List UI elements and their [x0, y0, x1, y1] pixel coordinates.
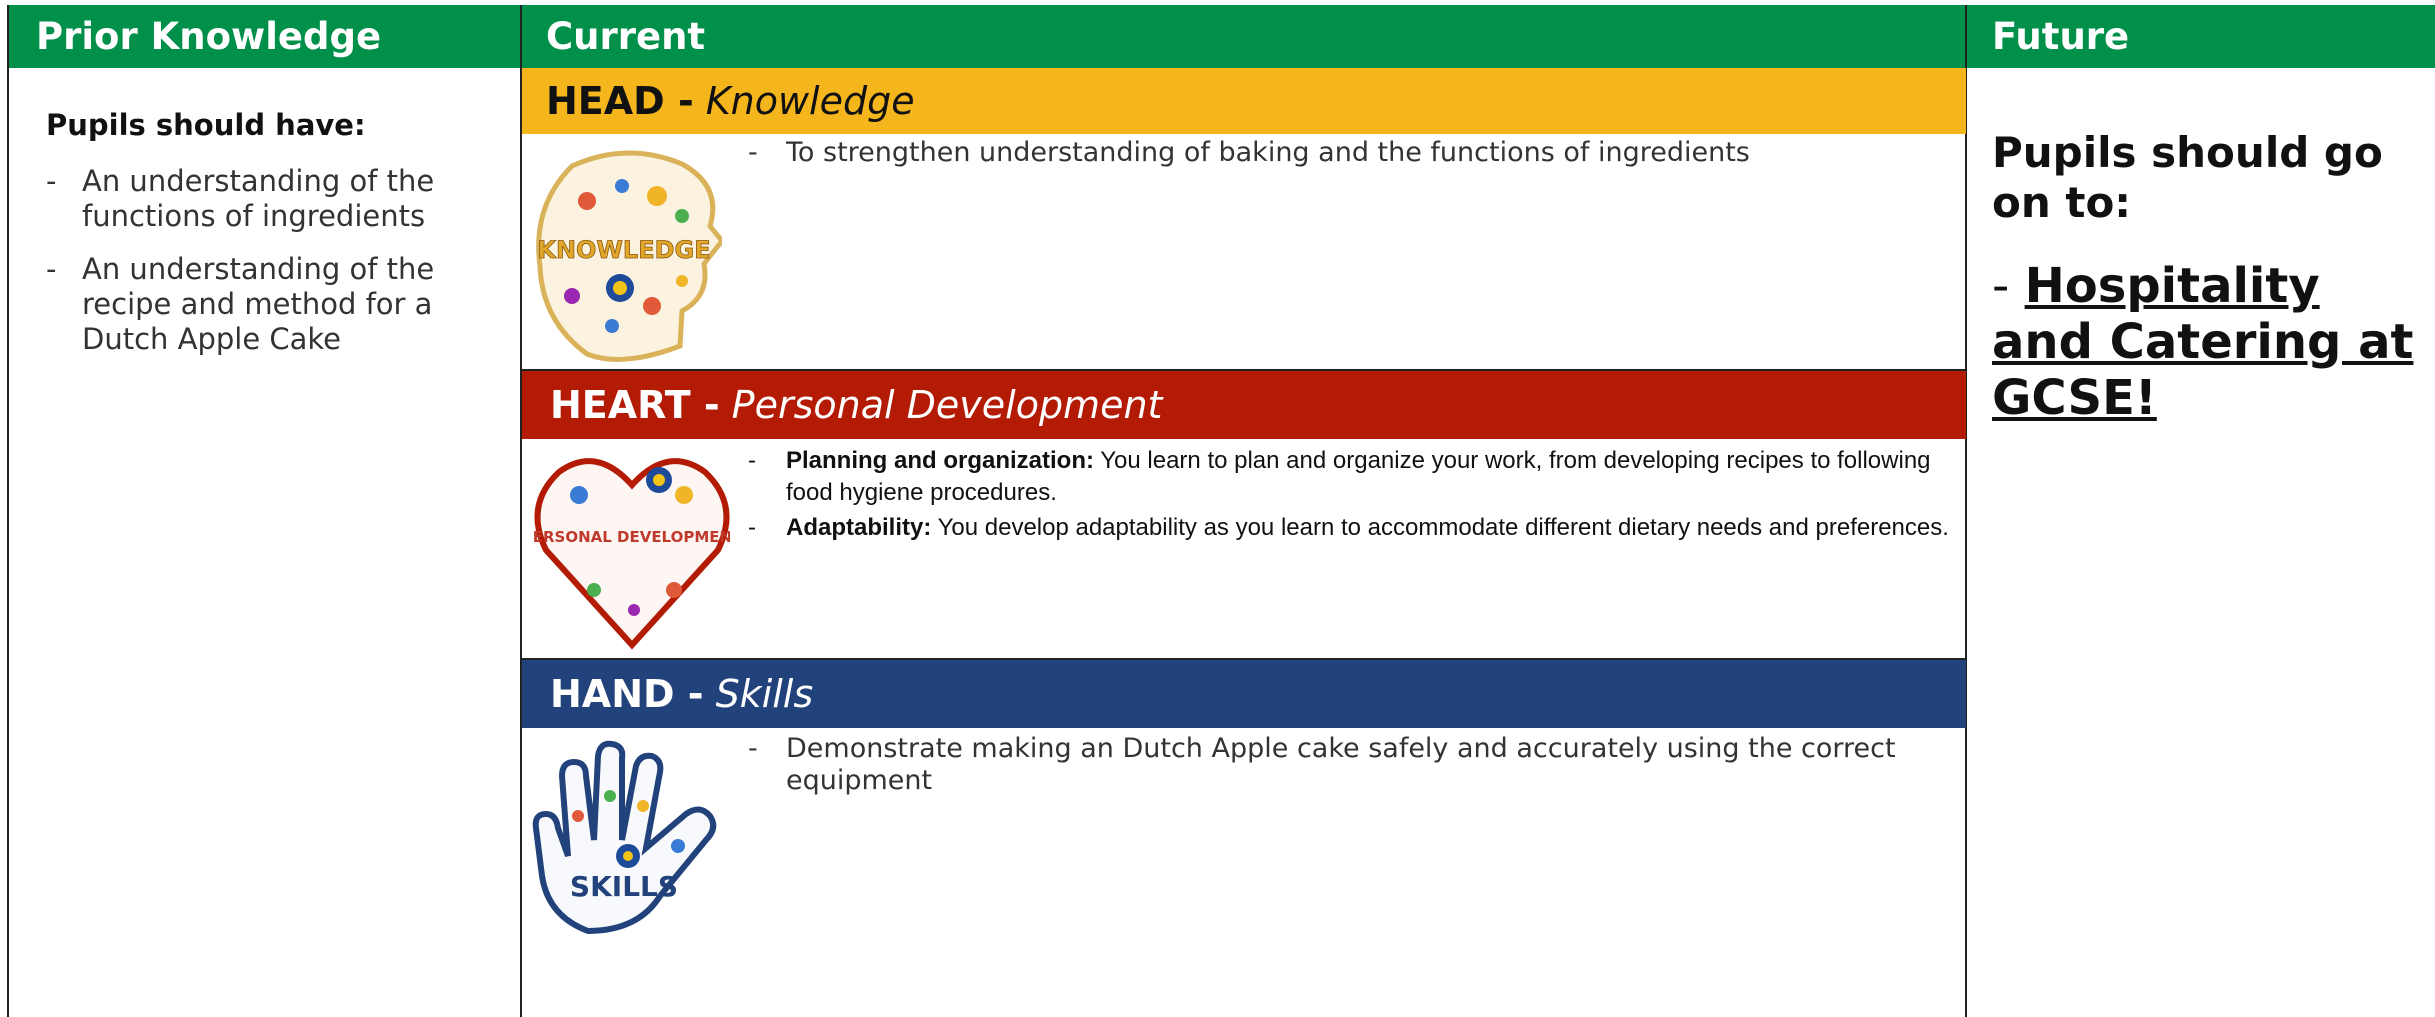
future-dash: - — [1992, 258, 2010, 314]
hand-item: Demonstrate making an Dutch Apple cake s… — [748, 733, 1958, 797]
current-header: Current — [522, 5, 1966, 68]
skills-hand-icon: SKILLS — [528, 736, 733, 945]
future-gcse-link[interactable]: Hospitality and Catering at GCSE! — [1992, 258, 2413, 426]
heart-item: Adaptability: You develop adaptability a… — [748, 512, 1958, 544]
heart-content: Planning and organization: You learn to … — [748, 445, 1958, 547]
prior-item: An understanding of the recipe and metho… — [30, 252, 510, 357]
heart-item: Planning and organization: You learn to … — [748, 445, 1958, 509]
prior-title: Pupils should have: — [46, 108, 366, 142]
head-sublabel: Knowledge — [705, 79, 915, 123]
heart-sublabel: Personal Development — [731, 383, 1163, 427]
prior-item: An understanding of the functions of ing… — [30, 164, 510, 234]
heart-item-text: You develop adaptability as you learn to… — [937, 514, 1949, 541]
hand-bar: HAND - Skills — [522, 660, 1966, 728]
heart-label: HEART - — [550, 383, 720, 427]
left-border — [7, 5, 9, 1017]
knowledge-head-icon: KNOWLEDGE — [532, 146, 726, 370]
svg-text:KNOWLEDGE: KNOWLEDGE — [537, 236, 710, 264]
hand-sublabel: Skills — [715, 672, 814, 716]
heart-bar: HEART - Personal Development — [522, 371, 1966, 439]
hand-label: HAND - — [550, 672, 704, 716]
future-lead: Pupils should go on to: — [1992, 128, 2383, 227]
heart-item-title: Planning and organization: — [786, 447, 1094, 474]
head-item: To strengthen understanding of baking an… — [748, 136, 1958, 170]
prior-knowledge-header: Prior Knowledge — [8, 5, 522, 68]
head-content: To strengthen understanding of baking an… — [748, 136, 1958, 170]
head-label: HEAD - — [546, 79, 694, 123]
svg-text:PERSONAL DEVELOPMENT: PERSONAL DEVELOPMENT — [534, 528, 730, 546]
future-item: - Hospitality and Catering at GCSE! — [1992, 258, 2427, 426]
personal-development-heart-icon: PERSONAL DEVELOPMENT — [522, 450, 743, 654]
prior-current-divider — [520, 5, 522, 1017]
svg-text:SKILLS: SKILLS — [570, 870, 678, 903]
prior-knowledge-panel: Pupils should have: An understanding of … — [30, 96, 510, 375]
future-panel: Pupils should go on to: - Hospitality an… — [1992, 128, 2427, 426]
head-bar: HEAD - Knowledge — [522, 68, 1966, 134]
future-header: Future — [1966, 5, 2435, 68]
hand-content: Demonstrate making an Dutch Apple cake s… — [748, 733, 1958, 797]
heart-item-title: Adaptability: — [786, 514, 932, 541]
current-future-divider — [1965, 5, 1967, 1017]
